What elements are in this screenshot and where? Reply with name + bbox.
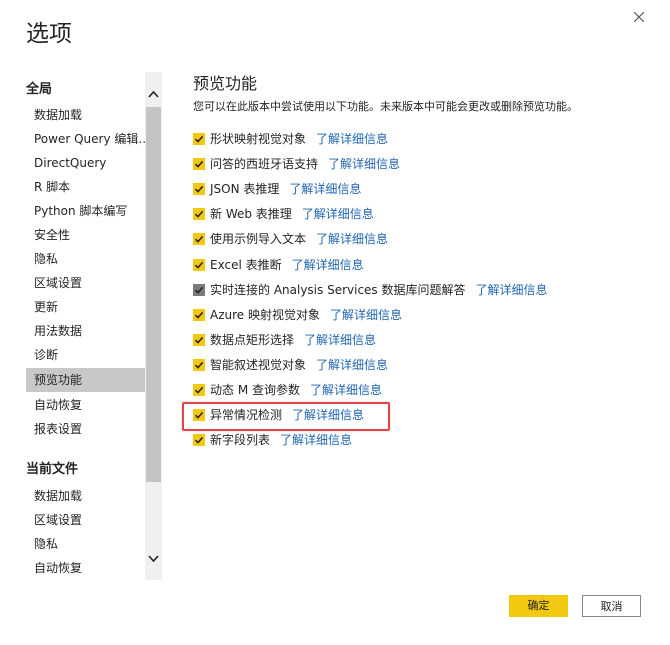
sidebar-item-data-load[interactable]: 数据加载 — [26, 103, 145, 127]
feature-label: Azure 映射视觉对象 了解详细信息 — [210, 306, 402, 324]
feature-checkbox[interactable] — [193, 133, 205, 145]
feature-label: 形状映射视觉对象 了解详细信息 — [210, 130, 388, 148]
feature-label: 智能叙述视觉对象 了解详细信息 — [210, 356, 388, 374]
feature-checkbox[interactable] — [193, 434, 205, 446]
check-icon — [194, 135, 204, 143]
sidebar-item-file-regional-settings[interactable]: 区域设置 — [26, 508, 145, 532]
sidebar-item-security[interactable]: 安全性 — [26, 223, 145, 247]
learn-more-link[interactable]: 了解详细信息 — [304, 333, 376, 347]
feature-label: 动态 M 查询参数 了解详细信息 — [210, 381, 382, 399]
feature-label-text: 使用示例导入文本 — [210, 232, 307, 246]
feature-checkbox[interactable] — [193, 384, 205, 396]
scroll-thumb[interactable] — [146, 107, 161, 482]
close-button[interactable] — [628, 6, 650, 28]
feature-checkbox[interactable] — [193, 208, 205, 220]
feature-label: 实时连接的 Analysis Services 数据库问题解答 了解详细信息 — [210, 281, 548, 299]
check-icon — [194, 386, 204, 394]
sidebar-item-r-script[interactable]: R 脚本 — [26, 175, 145, 199]
chevron-down-icon — [148, 555, 159, 563]
learn-more-link[interactable]: 了解详细信息 — [316, 132, 388, 146]
feature-checkbox[interactable] — [193, 183, 205, 195]
learn-more-link[interactable]: 了解详细信息 — [292, 258, 364, 272]
feature-label: 数据点矩形选择 了解详细信息 — [210, 331, 376, 349]
check-icon — [194, 286, 204, 294]
dialog-title: 选项 — [26, 21, 72, 47]
learn-more-link[interactable]: 了解详细信息 — [310, 383, 382, 397]
sidebar-heading-global: 全局 — [26, 82, 53, 97]
feature-checkbox[interactable] — [193, 233, 205, 245]
learn-more-link[interactable]: 了解详细信息 — [476, 283, 548, 297]
scroll-down-button[interactable] — [145, 550, 162, 567]
feature-label: 问答的西班牙语支持 了解详细信息 — [210, 155, 400, 173]
feature-label-text: JSON 表推理 — [210, 182, 280, 196]
sidebar-item-usage-data[interactable]: 用法数据 — [26, 319, 145, 343]
sidebar-item-report-settings[interactable]: 报表设置 — [26, 417, 145, 441]
feature-label-text: 问答的西班牙语支持 — [210, 157, 319, 171]
feature-label-text: 数据点矩形选择 — [210, 333, 295, 347]
feature-label-text: Excel 表推断 — [210, 258, 282, 272]
sidebar-scrollbar[interactable] — [145, 72, 162, 580]
sidebar-item-diagnostics[interactable]: 诊断 — [26, 343, 145, 367]
check-icon — [194, 361, 204, 369]
feature-label-text: 智能叙述视觉对象 — [210, 358, 307, 372]
learn-more-link[interactable]: 了解详细信息 — [289, 182, 361, 196]
check-icon — [194, 185, 204, 193]
sidebar-item-updates[interactable]: 更新 — [26, 295, 145, 319]
feature-label: 使用示例导入文本 了解详细信息 — [210, 230, 388, 248]
feature-label-text: 动态 M 查询参数 — [210, 383, 300, 397]
check-icon — [194, 436, 204, 444]
feature-checkbox[interactable] — [193, 158, 205, 170]
sidebar-item-file-privacy[interactable]: 隐私 — [26, 532, 145, 556]
feature-label-text: 实时连接的 Analysis Services 数据库问题解答 — [210, 283, 466, 297]
feature-checkbox[interactable] — [193, 334, 205, 346]
sidebar: 全局 数据加载 Power Query 编辑... DirectQuery R … — [0, 72, 162, 580]
chevron-up-icon — [148, 90, 159, 98]
sidebar-item-file-data-load[interactable]: 数据加载 — [26, 484, 145, 508]
sidebar-item-python-script[interactable]: Python 脚本编写 — [26, 199, 145, 223]
feature-label-text: 新 Web 表推理 — [210, 207, 292, 221]
sidebar-item-power-query-editor[interactable]: Power Query 编辑... — [26, 127, 145, 151]
sidebar-heading-current-file: 当前文件 — [26, 462, 79, 477]
check-icon — [194, 311, 204, 319]
feature-label: Excel 表推断 了解详细信息 — [210, 256, 364, 274]
feature-checkbox[interactable] — [193, 309, 205, 321]
check-icon — [194, 160, 204, 168]
learn-more-link[interactable]: 了解详细信息 — [328, 157, 400, 171]
highlight-box — [182, 402, 390, 431]
feature-label: JSON 表推理 了解详细信息 — [210, 180, 361, 198]
check-icon — [194, 235, 204, 243]
page-description: 您可以在此版本中尝试使用以下功能。未来版本中可能会更改或删除预览功能。 — [193, 100, 578, 113]
feature-checkbox[interactable] — [193, 259, 205, 271]
feature-label-text: 形状映射视觉对象 — [210, 132, 307, 146]
cancel-button[interactable]: 取消 — [582, 595, 641, 617]
sidebar-item-directquery[interactable]: DirectQuery — [26, 151, 145, 175]
feature-label-text: 新字段列表 — [210, 433, 271, 447]
learn-more-link[interactable]: 了解详细信息 — [302, 207, 374, 221]
feature-checkbox[interactable] — [193, 359, 205, 371]
check-icon — [194, 261, 204, 269]
sidebar-item-privacy[interactable]: 隐私 — [26, 247, 145, 271]
page-title: 预览功能 — [193, 74, 258, 93]
learn-more-link[interactable]: 了解详细信息 — [330, 308, 402, 322]
check-icon — [194, 210, 204, 218]
sidebar-item-regional-settings[interactable]: 区域设置 — [26, 271, 145, 295]
close-icon — [634, 12, 644, 22]
learn-more-link[interactable]: 了解详细信息 — [316, 358, 388, 372]
feature-label: 新 Web 表推理 了解详细信息 — [210, 205, 374, 223]
sidebar-item-file-auto-recovery[interactable]: 自动恢复 — [26, 556, 145, 580]
sidebar-item-auto-recovery[interactable]: 自动恢复 — [26, 393, 145, 417]
sidebar-item-preview-features[interactable]: 预览功能 — [26, 368, 145, 392]
feature-label: 新字段列表 了解详细信息 — [210, 431, 352, 449]
feature-checkbox[interactable] — [193, 284, 205, 296]
learn-more-link[interactable]: 了解详细信息 — [280, 433, 352, 447]
feature-label-text: Azure 映射视觉对象 — [210, 308, 320, 322]
scroll-up-button[interactable] — [145, 86, 162, 103]
ok-button[interactable]: 确定 — [509, 595, 568, 617]
check-icon — [194, 336, 204, 344]
learn-more-link[interactable]: 了解详细信息 — [316, 232, 388, 246]
